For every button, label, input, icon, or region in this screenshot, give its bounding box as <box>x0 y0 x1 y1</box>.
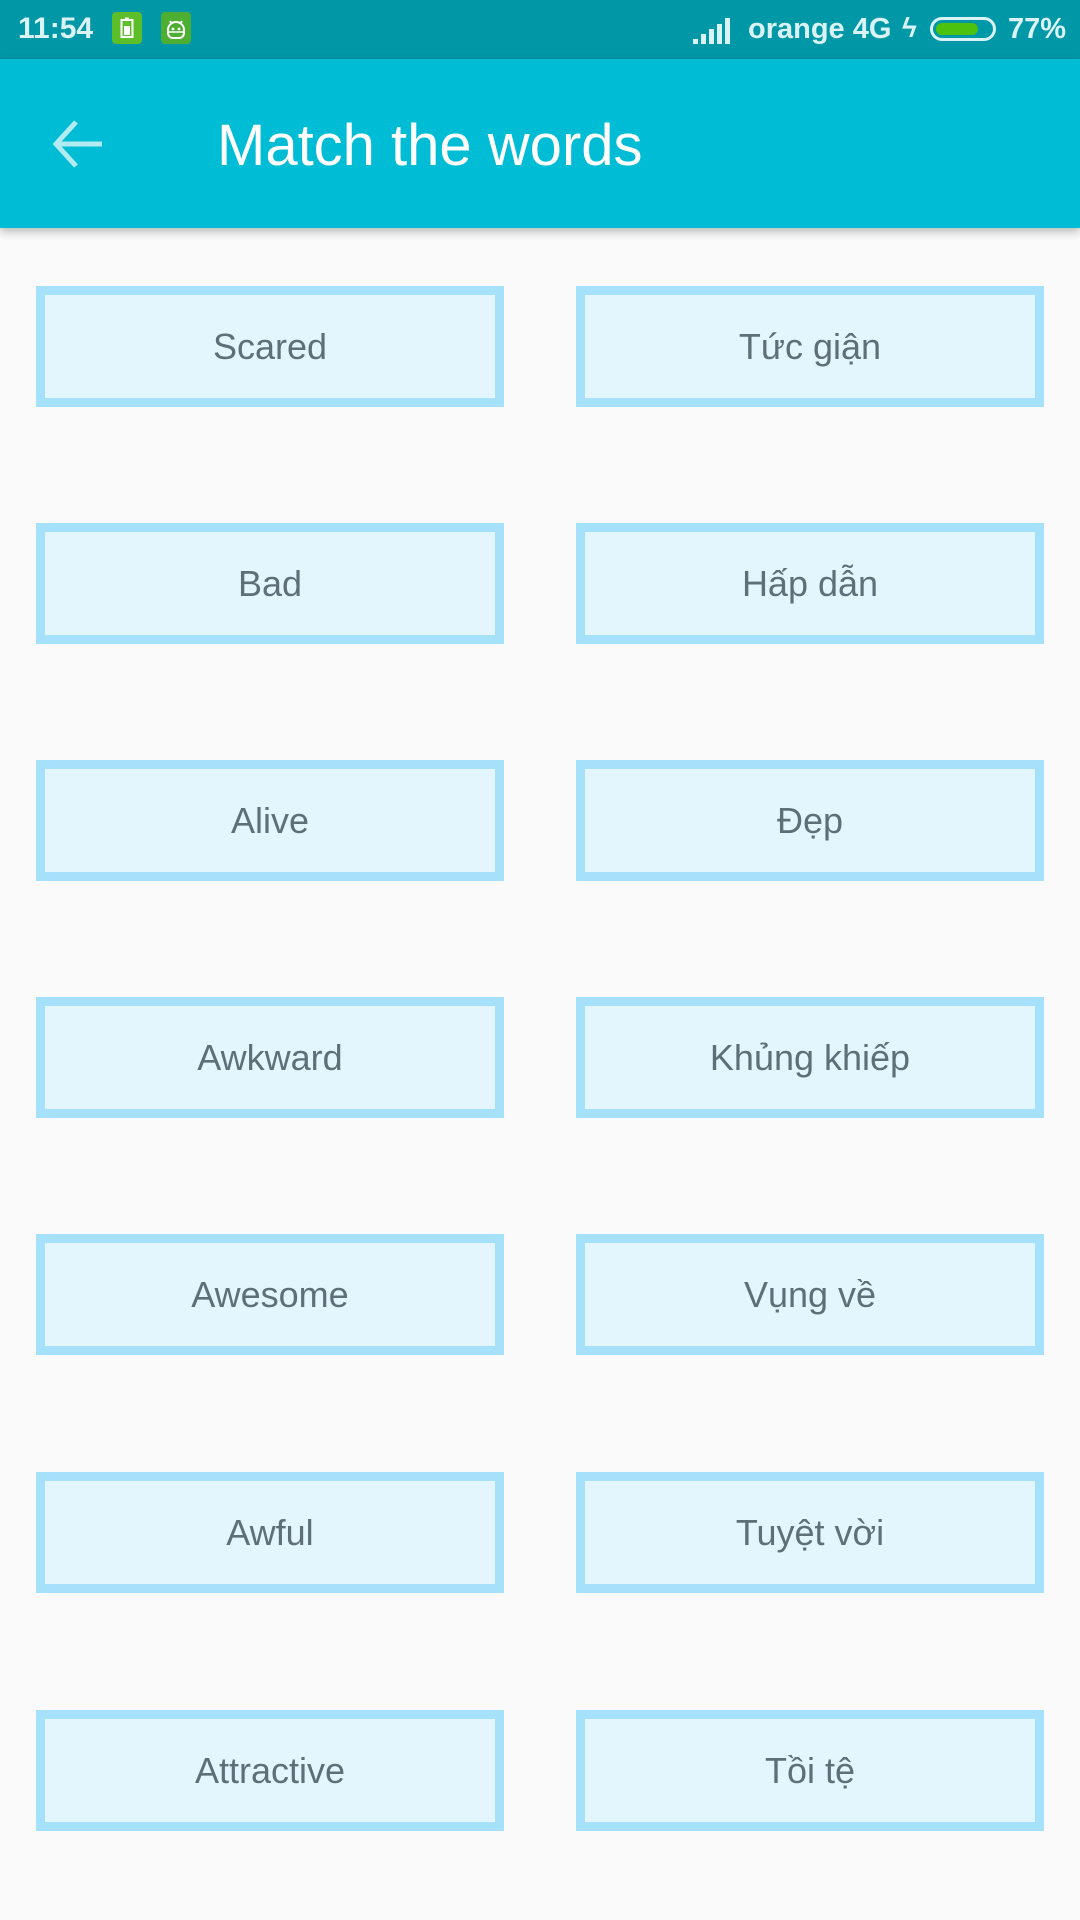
status-bar: 11:54 orange 4G ϟ 77% <box>0 0 1080 59</box>
english-word-tile[interactable]: Scared <box>36 286 504 407</box>
page-title: Match the words <box>217 113 643 178</box>
android-icon <box>161 12 191 44</box>
app-toolbar: Match the words <box>0 59 1080 228</box>
vietnamese-word-tile[interactable]: Tồi tệ <box>576 1710 1044 1831</box>
english-word-tile[interactable]: Alive <box>36 760 504 881</box>
vietnamese-word-tile[interactable]: Tức giận <box>576 286 1044 407</box>
english-word-tile[interactable]: Bad <box>36 523 504 644</box>
carrier-label: orange 4G <box>748 13 892 45</box>
battery-percent: 77% <box>1008 13 1067 45</box>
back-button[interactable] <box>50 114 110 174</box>
charging-bolt-icon: ϟ <box>902 12 917 43</box>
battery-level-fill <box>936 23 978 35</box>
status-time: 11:54 <box>18 12 94 45</box>
battery-icon <box>930 17 996 41</box>
english-word-tile[interactable]: Awful <box>36 1472 504 1593</box>
vietnamese-word-tile[interactable]: Đẹp <box>576 760 1044 881</box>
vietnamese-word-tile[interactable]: Hấp dẫn <box>576 523 1044 644</box>
signal-strength-icon <box>693 18 731 44</box>
english-word-tile[interactable]: Awkward <box>36 997 504 1118</box>
english-word-tile[interactable]: Attractive <box>36 1710 504 1831</box>
vietnamese-word-tile[interactable]: Tuyệt vời <box>576 1472 1044 1593</box>
vietnamese-word-tile[interactable]: Vụng về <box>576 1234 1044 1355</box>
battery-saver-icon <box>112 12 142 44</box>
english-word-tile[interactable]: Awesome <box>36 1234 504 1355</box>
arrow-left-icon <box>52 120 102 168</box>
vietnamese-word-tile[interactable]: Khủng khiếp <box>576 997 1044 1118</box>
